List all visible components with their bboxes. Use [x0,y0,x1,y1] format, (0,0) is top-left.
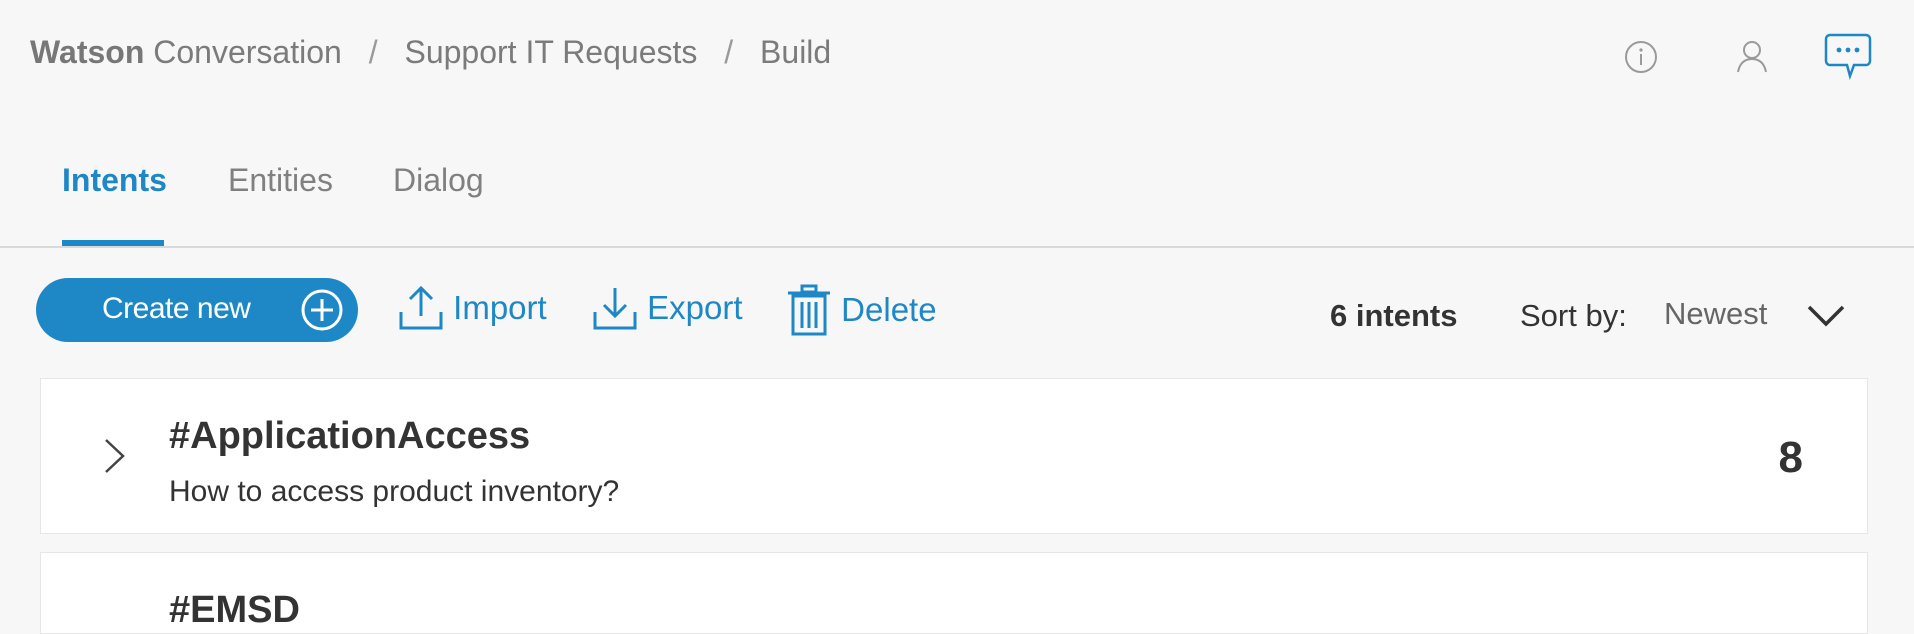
brand-name-bold: Watson [30,34,145,70]
upload-icon [398,285,453,330]
intent-name[interactable]: #ApplicationAccess [169,415,530,458]
tab-dialog[interactable]: Dialog [393,162,484,199]
import-label: Import [453,289,547,326]
active-tab-indicator [62,240,164,246]
breadcrumb: Watson Conversation / Support IT Request… [30,34,831,71]
download-icon [592,287,647,330]
create-new-button[interactable]: Create new [36,278,358,342]
intent-name[interactable]: #EMSD [169,589,300,632]
breadcrumb-current: Build [760,34,832,70]
import-button[interactable]: Import [398,284,547,332]
toolbar: Create new Import Export Delete 6 intent… [0,278,1914,342]
breadcrumb-workspace[interactable]: Support IT Requests [404,34,697,70]
chevron-down-icon[interactable] [1806,302,1846,333]
sort-select[interactable]: Newest [1664,296,1767,332]
delete-label: Delete [841,291,937,328]
intent-row[interactable]: #EMSD [40,552,1868,634]
delete-button[interactable]: Delete [786,284,937,336]
breadcrumb-separator: / [368,34,378,70]
export-button[interactable]: Export [592,284,743,332]
chat-icon[interactable] [1824,32,1872,85]
sort-label: Sort by: [1520,298,1627,333]
tab-intents[interactable]: Intents [62,162,167,199]
export-label: Export [647,289,743,326]
info-icon[interactable] [1624,40,1658,79]
user-icon[interactable] [1734,38,1770,79]
create-new-label: Create new [102,292,251,325]
intent-example-count: 8 [1778,433,1803,482]
tab-entities[interactable]: Entities [228,162,333,199]
chevron-right-icon[interactable] [103,437,127,480]
app-header: Watson Conversation / Support IT Request… [0,0,1914,110]
intent-example: How to access product inventory? [169,475,620,508]
intent-row[interactable]: #ApplicationAccess How to access product… [40,378,1868,534]
breadcrumb-separator: / [724,34,734,70]
plus-circle-icon [300,288,344,340]
intent-count: 6 intents [1330,298,1458,333]
trash-icon [786,284,841,336]
brand-name: Conversation [153,34,342,70]
tab-bar: Intents Entities Dialog [0,140,1914,248]
